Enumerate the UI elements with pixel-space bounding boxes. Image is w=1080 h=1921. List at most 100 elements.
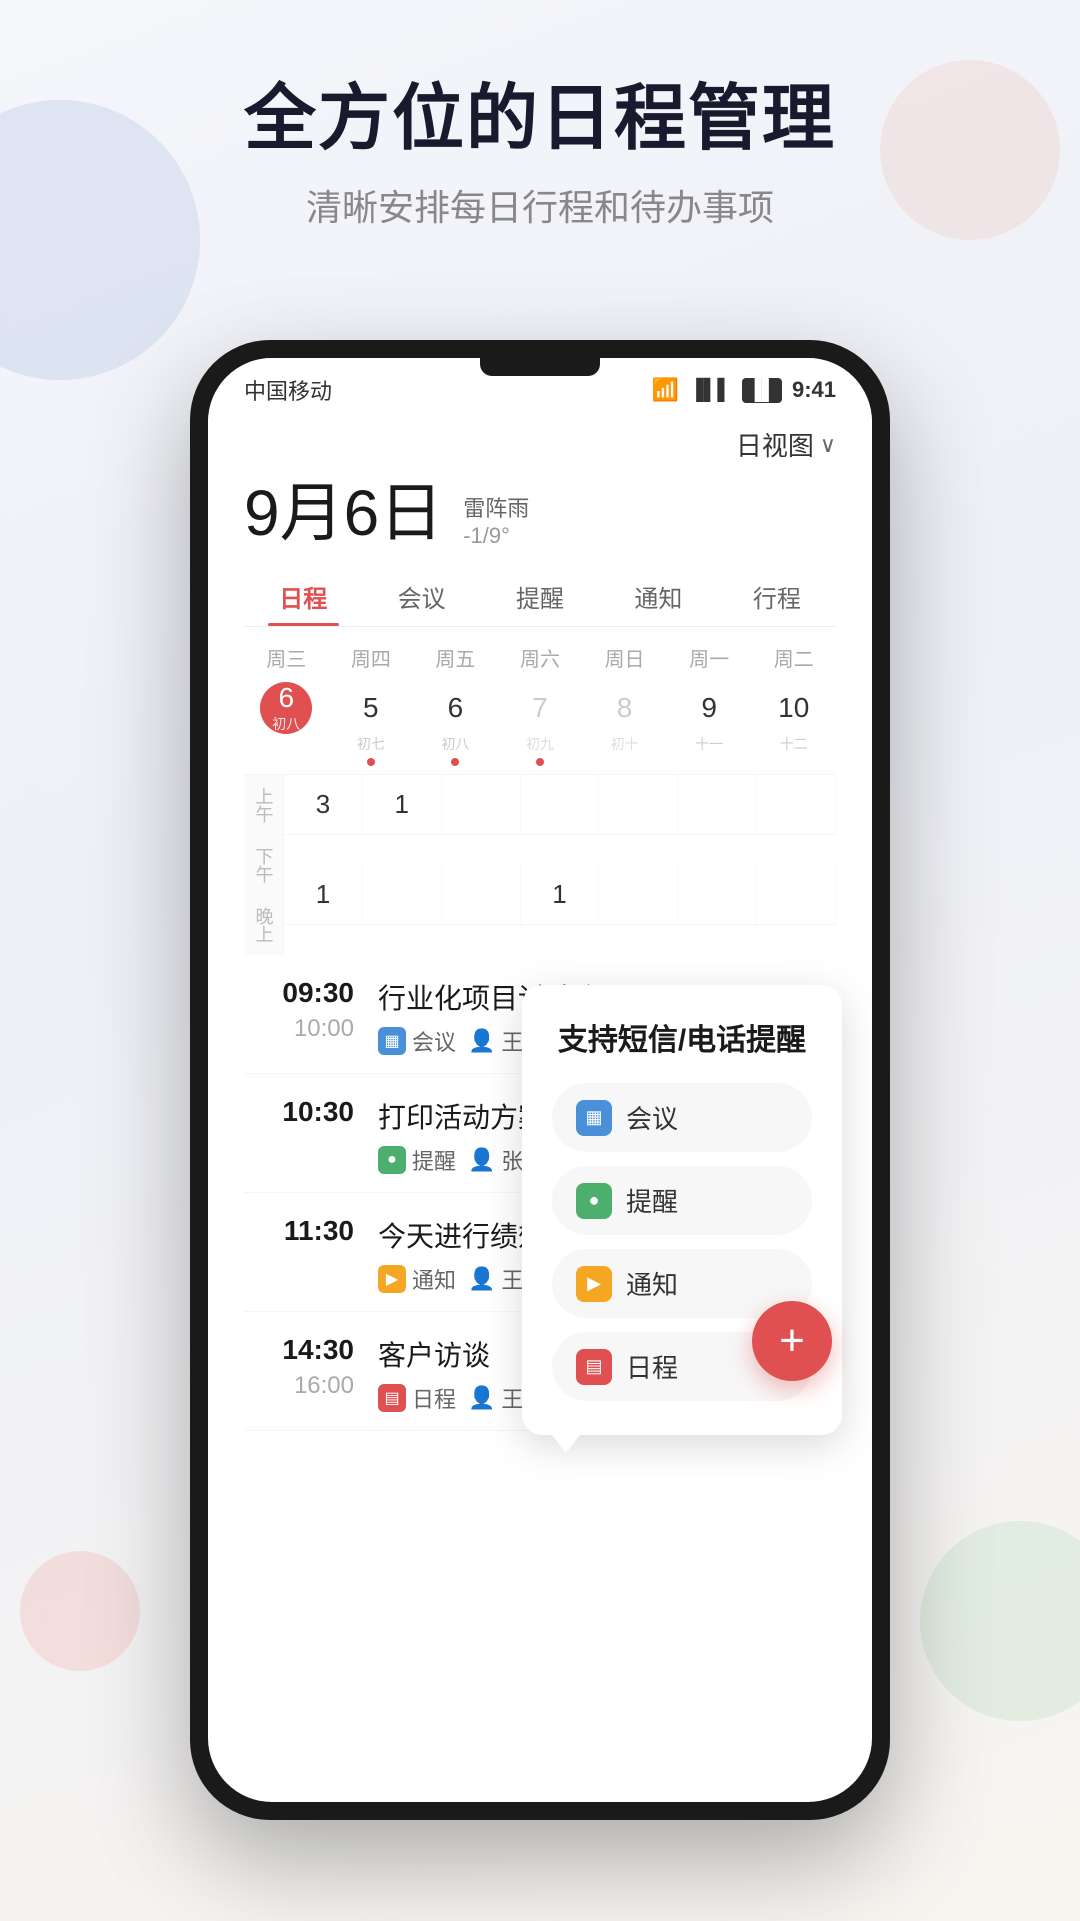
date-number-8: 8 — [599, 682, 651, 734]
date-header: 9月6日 雷阵雨 -1/9° — [244, 471, 836, 553]
tag-label-schedule: 日程 — [412, 1382, 456, 1414]
status-icons: 📶 ▐▌▌ ▐▌ 9:41 — [652, 377, 836, 403]
weekday-sun: 周日 — [582, 643, 667, 672]
header-section: 全方位的日程管理 清晰安排每日行程和待办事项 — [0, 80, 1080, 231]
tag-icon-reminder: ● — [378, 1146, 406, 1174]
meeting-icon: ▦ — [576, 1100, 612, 1136]
tooltip-arrow — [552, 1435, 580, 1453]
phone-notch — [480, 358, 600, 376]
tag-icon-notification: ▶ — [378, 1265, 406, 1293]
person-icon-4: 👤 — [468, 1385, 495, 1411]
tab-notification[interactable]: 通知 — [599, 563, 717, 626]
person-icon-3: 👤 — [468, 1266, 495, 1292]
date-number-7: 7 — [514, 682, 566, 734]
page-title: 全方位的日程管理 — [0, 80, 1080, 159]
reminder-icon: ● — [576, 1183, 612, 1219]
add-fab-button[interactable]: + — [752, 1301, 832, 1381]
tag-icon-schedule: ▤ — [378, 1384, 406, 1412]
date-info: 雷阵雨 -1/9° — [463, 481, 529, 549]
date-number-6: 6初八 — [260, 682, 312, 734]
tab-schedule[interactable]: 日程 — [244, 563, 362, 626]
week-date-7[interactable]: 7 初九 — [498, 682, 583, 766]
view-selector-button[interactable]: 日视图 ∨ — [736, 426, 836, 463]
sched-cell-2-6 — [678, 865, 757, 925]
sched-cell-2-3 — [442, 865, 521, 925]
event-dot-7 — [536, 758, 544, 766]
sched-cell-1-4 — [521, 775, 600, 835]
events-section: 支持短信/电话提醒 ▦ 会议 ● 提醒 ▶ 通知 ▤ — [208, 955, 872, 1431]
carrier-label: 中国移动 — [244, 374, 332, 406]
battery-icon: ▐▌ — [742, 378, 782, 403]
event-tag-reminder-2: ● 提醒 — [378, 1144, 456, 1176]
sched-cell-1-6 — [678, 775, 757, 835]
tooltip-reminder-label: 提醒 — [626, 1182, 678, 1219]
notification-icon: ▶ — [576, 1266, 612, 1302]
event-time-3: 11:30 — [244, 1215, 354, 1247]
sched-cell-1-3 — [442, 775, 521, 835]
week-date-10[interactable]: 10 十二 — [751, 682, 836, 766]
sched-cell-1-2: 1 — [363, 775, 442, 835]
week-date-5[interactable]: 5 初七 — [329, 682, 414, 766]
phone-outer: 中国移动 📶 ▐▌▌ ▐▌ 9:41 日视图 ∨ — [190, 340, 890, 1820]
period-evening: 晚上 — [244, 895, 283, 955]
tooltip-title: 支持短信/电话提醒 — [552, 1015, 812, 1059]
week-dates: 6初八 5 初七 6 初八 — [244, 682, 836, 766]
sched-cell-1-5 — [599, 775, 678, 835]
date-display: 9月6日 — [244, 481, 443, 545]
person-icon-2: 👤 — [468, 1147, 495, 1173]
temperature-label: -1/9° — [463, 523, 529, 549]
event-tag-notification-3: ▶ 通知 — [378, 1263, 456, 1295]
sched-cell-1-1: 3 — [284, 775, 363, 835]
event-time-4: 14:30 16:00 — [244, 1334, 354, 1400]
event-time-2: 10:30 — [244, 1096, 354, 1128]
tag-label-meeting: 会议 — [412, 1025, 456, 1057]
tab-navigation: 日程 会议 提醒 通知 行程 — [244, 563, 836, 627]
tooltip-btn-meeting[interactable]: ▦ 会议 — [552, 1083, 812, 1152]
wifi-icon: 📶 — [652, 377, 679, 403]
time-periods: 上午 下午 晚上 — [244, 775, 284, 955]
event-start-time-4: 14:30 — [244, 1334, 354, 1366]
tooltip-notification-label: 通知 — [626, 1265, 678, 1302]
tooltip-meeting-label: 会议 — [626, 1099, 678, 1136]
sched-cell-2-7 — [757, 865, 836, 925]
date-number-10: 10 — [768, 682, 820, 734]
week-days-header: 周三 周四 周五 周六 周日 周一 周二 — [244, 643, 836, 672]
sched-cell-2-4: 1 — [521, 865, 600, 925]
signal-icon: ▐▌▌ — [689, 379, 732, 402]
tab-itinerary[interactable]: 行程 — [718, 563, 836, 626]
weekday-mon: 周一 — [667, 643, 752, 672]
event-end-time-4: 16:00 — [244, 1372, 354, 1400]
tooltip-schedule-label: 日程 — [626, 1348, 678, 1385]
tag-label-notification: 通知 — [412, 1263, 456, 1295]
event-time-1: 09:30 10:00 — [244, 977, 354, 1043]
event-start-time-2: 10:30 — [244, 1096, 354, 1128]
event-start-time-1: 09:30 — [244, 977, 354, 1009]
schedule-icon: ▤ — [576, 1349, 612, 1385]
tooltip-btn-reminder[interactable]: ● 提醒 — [552, 1166, 812, 1235]
week-date-6[interactable]: 6初八 — [244, 682, 329, 766]
date-number-9: 9 — [683, 682, 735, 734]
event-start-time-3: 11:30 — [244, 1215, 354, 1247]
time-display: 9:41 — [792, 377, 836, 403]
event-end-time-1: 10:00 — [244, 1015, 354, 1043]
sched-cell-2-1: 1 — [284, 865, 363, 925]
event-dot-6b — [451, 758, 459, 766]
tab-meeting[interactable]: 会议 — [362, 563, 480, 626]
chevron-down-icon: ∨ — [820, 432, 836, 458]
schedule-grid: 上午 下午 晚上 3 1 1 — [244, 775, 836, 955]
date-number-6b: 6 — [429, 682, 481, 734]
week-date-6b[interactable]: 6 初八 — [413, 682, 498, 766]
sched-cell-2-2 — [363, 865, 442, 925]
weekday-thu: 周四 — [329, 643, 414, 672]
week-date-9[interactable]: 9 十一 — [667, 682, 752, 766]
schedule-numbers: 3 1 1 1 — [284, 775, 836, 955]
view-selector-label: 日视图 — [736, 426, 814, 463]
week-date-8[interactable]: 8 初十 — [582, 682, 667, 766]
person-icon-1: 👤 — [468, 1028, 495, 1054]
weekday-sat: 周六 — [498, 643, 583, 672]
week-calendar: 周三 周四 周五 周六 周日 周一 周二 6初八 — [244, 627, 836, 775]
sched-cell-1-7 — [757, 775, 836, 835]
view-selector[interactable]: 日视图 ∨ — [244, 414, 836, 471]
tab-reminder[interactable]: 提醒 — [481, 563, 599, 626]
period-morning: 上午 — [244, 775, 283, 835]
